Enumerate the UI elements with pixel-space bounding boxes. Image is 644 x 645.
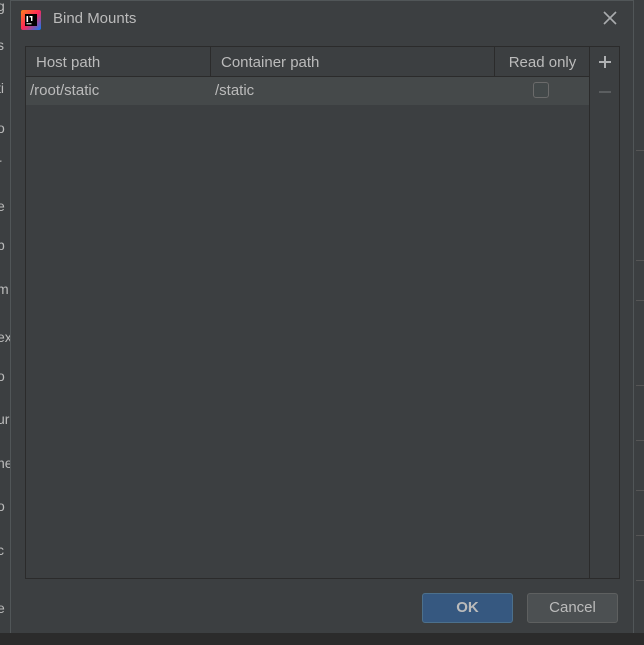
close-button[interactable] <box>599 9 621 31</box>
background-text: s <box>0 37 4 53</box>
background-window-right <box>634 0 644 645</box>
add-mount-button[interactable] <box>590 50 619 78</box>
background-text: c <box>0 542 4 558</box>
bind-mounts-dialog: Bind Mounts Host path Container path Rea… <box>10 0 634 636</box>
background-text: o <box>0 120 5 136</box>
remove-mount-button[interactable] <box>590 80 619 108</box>
background-text: m <box>0 281 9 297</box>
background-window-bottom <box>0 633 644 645</box>
plus-icon <box>598 55 612 74</box>
background-text: r <box>0 155 2 171</box>
background-text: ti <box>0 80 4 96</box>
intellij-idea-icon <box>21 10 41 30</box>
read-only-checkbox[interactable] <box>533 82 549 98</box>
background-text: g <box>0 0 5 14</box>
background-text: p <box>0 237 5 253</box>
dialog-titlebar: Bind Mounts <box>11 1 633 37</box>
table-toolbar <box>590 46 620 579</box>
minus-icon <box>598 85 612 104</box>
host-path-cell[interactable]: /root/static <box>30 77 99 105</box>
background-text: ex <box>0 329 10 345</box>
cancel-button[interactable]: Cancel <box>527 593 618 623</box>
column-header-read-only[interactable]: Read only <box>495 47 590 76</box>
container-path-cell[interactable]: /static <box>215 77 254 105</box>
table-row[interactable]: /root/static /static <box>26 77 589 105</box>
background-text: e <box>0 198 5 214</box>
column-header-host-path[interactable]: Host path <box>26 47 211 76</box>
background-text: ur <box>0 411 10 427</box>
background-text: ne <box>0 455 10 471</box>
background-window-left: g s ti o r e p m ex o ur ne o c e <box>0 0 10 645</box>
close-icon <box>603 10 617 30</box>
background-text: o <box>0 498 5 514</box>
ok-button[interactable]: OK <box>422 593 513 623</box>
column-header-container-path[interactable]: Container path <box>211 47 495 76</box>
table-header: Host path Container path Read only <box>26 47 589 77</box>
background-text: e <box>0 600 5 616</box>
background-text: o <box>0 368 5 384</box>
dialog-title: Bind Mounts <box>53 10 137 27</box>
bind-mounts-table: Host path Container path Read only /root… <box>25 46 590 579</box>
